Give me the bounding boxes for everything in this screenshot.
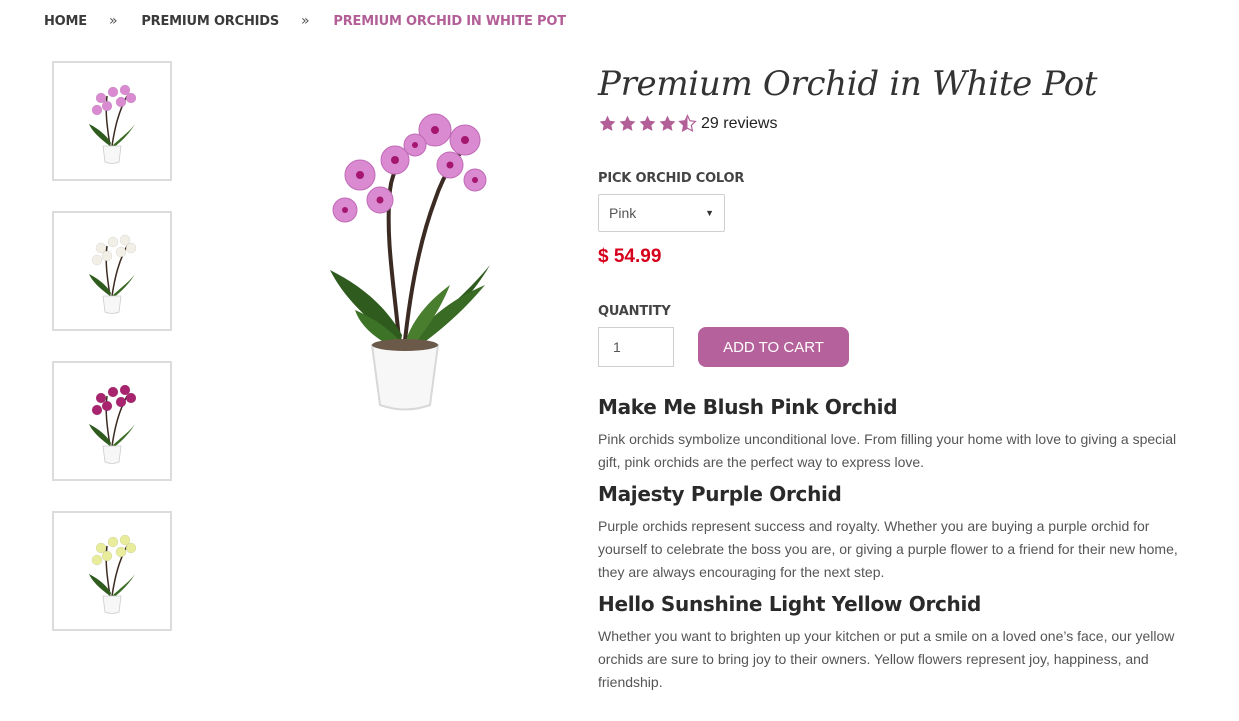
star-icon: [659, 115, 676, 131]
star-half-icon: [678, 114, 697, 132]
star-icon: [619, 115, 636, 131]
star-icon: [639, 115, 656, 131]
quantity-label: QUANTITY: [598, 304, 671, 319]
purple-orchid-image: [89, 384, 137, 464]
white-orchid-image: [89, 234, 137, 314]
product-title: Premium Orchid in White Pot: [598, 64, 1098, 104]
star-icon: [599, 115, 616, 131]
pink-orchid-image: [89, 84, 137, 164]
yellow-orchid-image: [89, 534, 137, 614]
rating-stars: [598, 114, 698, 133]
color-select-value: Pink: [609, 205, 637, 221]
breadcrumb-category-link[interactable]: PREMIUM ORCHIDS: [141, 14, 279, 29]
reviews-link[interactable]: 29 reviews: [701, 115, 777, 133]
thumbnail-yellow-orchid[interactable]: [52, 511, 172, 631]
description-text: Pink orchids symbolize unconditional lov…: [598, 431, 1177, 470]
description-heading: Make Me Blush Pink Orchid: [598, 395, 898, 419]
breadcrumb: HOME » PREMIUM ORCHIDS » PREMIUM ORCHID …: [44, 13, 566, 29]
description-heading: Majesty Purple Orchid: [598, 482, 842, 506]
main-product-image: [300, 100, 520, 420]
thumbnail-pink-orchid[interactable]: [52, 61, 172, 181]
product-price: $ 54.99: [598, 246, 662, 267]
description-text: Purple orchids represent success and roy…: [598, 518, 1178, 580]
breadcrumb-current: PREMIUM ORCHID IN WHITE POT: [333, 13, 566, 29]
description-text: Whether you want to brighten up your kit…: [598, 628, 1175, 690]
thumbnail-purple-orchid[interactable]: [52, 361, 172, 481]
description-heading: Hello Sunshine Light Yellow Orchid: [598, 592, 982, 616]
orchid-plant-image: [330, 113, 490, 411]
thumbnail-white-orchid[interactable]: [52, 211, 172, 331]
add-to-cart-button[interactable]: ADD TO CART: [698, 327, 849, 367]
breadcrumb-separator-icon: »: [108, 13, 118, 29]
color-select[interactable]: Pink ▼: [598, 194, 725, 232]
product-rating: 29 reviews: [598, 114, 777, 133]
quantity-input[interactable]: [598, 327, 674, 367]
product-description: Make Me Blush Pink Orchid Pink orchids s…: [598, 395, 1188, 702]
breadcrumb-separator-icon: »: [301, 13, 310, 29]
breadcrumb-home-link[interactable]: HOME: [44, 14, 87, 29]
chevron-down-icon: ▼: [705, 208, 714, 218]
color-label: PICK ORCHID COLOR: [598, 171, 745, 186]
